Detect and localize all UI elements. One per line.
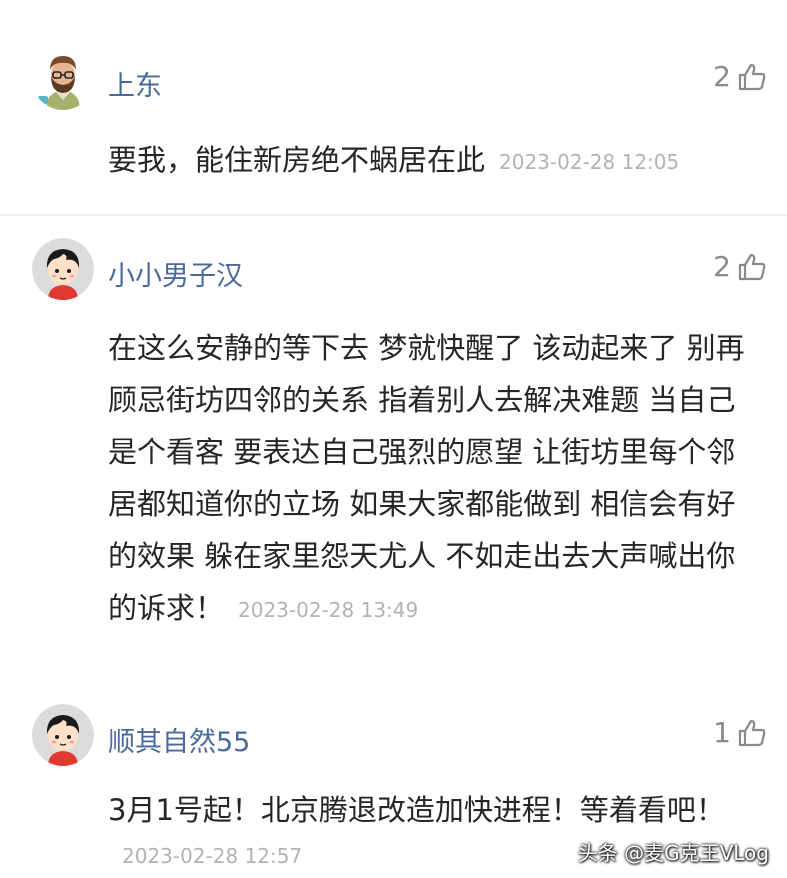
like-button[interactable]: 2 [713, 250, 767, 283]
like-button[interactable]: 1 [713, 716, 767, 749]
thumbs-up-icon[interactable] [737, 718, 767, 748]
comment-body: 3月1号起！北京腾退改造加快进程！等着看吧！ [108, 793, 725, 827]
comment-text: 要我，能住新房绝不蜗居在此 2023-02-28 12:05 [108, 136, 761, 186]
comment-timestamp: 2023-02-28 12:05 [499, 150, 680, 174]
comment-timestamp: 2023-02-28 12:57 [122, 844, 303, 868]
username[interactable]: 小小男子汉 [108, 254, 243, 293]
comment-text: 3月1号起！北京腾退改造加快进程！等着看吧！ [108, 786, 761, 834]
avatar[interactable] [32, 238, 94, 300]
thumbs-up-icon[interactable] [737, 252, 767, 282]
like-count: 2 [713, 60, 731, 93]
comment-body: 要我，能住新房绝不蜗居在此 [108, 143, 486, 177]
comment-timestamp: 2023-02-28 13:49 [238, 598, 419, 622]
like-count: 2 [713, 250, 731, 283]
thumbs-up-icon[interactable] [737, 62, 767, 92]
comment-list: 上东 2 要我，能住新房绝不蜗居在此 2023-02-28 12:05 小小男子… [0, 0, 787, 878]
username[interactable]: 顺其自然55 [108, 720, 250, 759]
comment-text: 在这么安静的等下去 梦就快醒了 该动起来了 别再顾忌街坊四邻的关系 指着别人去解… [108, 322, 761, 636]
watermark: 头条 @麦G克王VLog [577, 841, 769, 865]
comment-item: 小小男子汉 2 在这么安静的等下去 梦就快醒了 该动起来了 别再顾忌街坊四邻的关… [0, 216, 787, 666]
like-count: 1 [713, 716, 731, 749]
comment-item: 上东 2 要我，能住新房绝不蜗居在此 2023-02-28 12:05 [0, 0, 787, 214]
avatar[interactable] [32, 704, 94, 766]
comment-body: 在这么安静的等下去 梦就快醒了 该动起来了 别再顾忌街坊四邻的关系 指着别人去解… [108, 331, 745, 625]
username[interactable]: 上东 [108, 64, 162, 103]
avatar[interactable] [32, 48, 94, 110]
like-button[interactable]: 2 [713, 60, 767, 93]
